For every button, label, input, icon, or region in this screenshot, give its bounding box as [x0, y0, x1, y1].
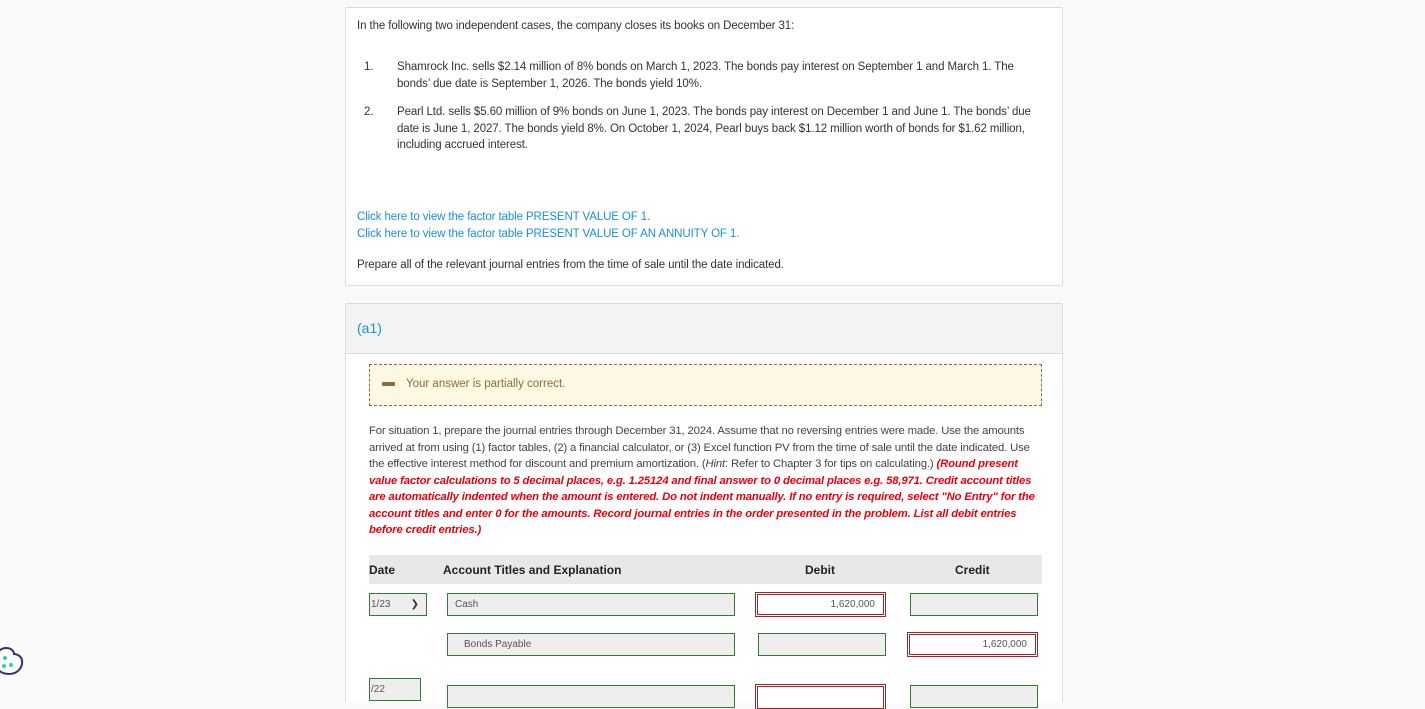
- part-a1-card: (a1) Your answer is partially correct. F…: [345, 303, 1063, 709]
- case-number: 2.: [364, 106, 374, 118]
- feedback-message: Your answer is partially correct.: [406, 378, 566, 390]
- header-date: Date: [369, 563, 396, 577]
- journal-table-header: Date Account Titles and Explanation Debi…: [369, 555, 1042, 584]
- feedback-banner: Your answer is partially correct.: [369, 364, 1042, 406]
- chevron-down-icon: ❯: [410, 599, 419, 610]
- credit-input[interactable]: 1,620,000: [907, 632, 1038, 657]
- header-debit: Debit: [805, 563, 835, 577]
- header-credit: Credit: [955, 563, 990, 577]
- account-title-value: Bonds Payable: [464, 639, 532, 650]
- case-item-1: 1. Shamrock Inc. sells $2.14 million of …: [357, 59, 1047, 92]
- credit-value: 1,620,000: [982, 639, 1028, 650]
- account-title-value: Cash: [455, 599, 479, 610]
- hint-label: Hint: [705, 458, 726, 470]
- header-account: Account Titles and Explanation: [443, 563, 622, 577]
- case-item-2: 2. Pearl Ltd. sells $5.60 million of 9% …: [357, 104, 1047, 154]
- debit-input[interactable]: [755, 684, 886, 709]
- prepare-instruction: Prepare all of the relevant journal entr…: [357, 259, 784, 271]
- part-header: (a1): [346, 304, 1062, 354]
- case-text: Pearl Ltd. sells $5.60 million of 9% bon…: [397, 106, 1031, 151]
- date-value: 1/23: [371, 599, 391, 610]
- question-instructions: For situation 1, prepare the journal ent…: [369, 423, 1042, 539]
- partial-correct-minus-icon: [382, 382, 395, 386]
- account-title-input[interactable]: Bonds Payable: [447, 633, 735, 656]
- account-title-input[interactable]: Cash: [447, 593, 735, 616]
- case-text: Shamrock Inc. sells $2.14 million of 8% …: [397, 61, 1014, 90]
- date-value: /22: [371, 684, 385, 695]
- case-number: 1.: [364, 61, 374, 73]
- date-select[interactable]: /22: [369, 678, 421, 701]
- credit-input[interactable]: [910, 593, 1038, 616]
- debit-value: 1,620,000: [830, 599, 876, 610]
- part-title: (a1): [357, 320, 382, 336]
- credit-input[interactable]: [910, 685, 1038, 708]
- debit-input[interactable]: 1,620,000: [755, 592, 886, 617]
- account-title-input[interactable]: [447, 685, 735, 708]
- present-value-of-1-link[interactable]: Click here to view the factor table PRES…: [357, 209, 739, 226]
- cookie-settings-icon[interactable]: [0, 645, 24, 677]
- problem-intro: In the following two independent cases, …: [357, 20, 795, 32]
- problem-statement-card: In the following two independent cases, …: [345, 7, 1063, 286]
- present-value-annuity-link[interactable]: Click here to view the factor table PRES…: [357, 226, 739, 243]
- debit-input[interactable]: [758, 633, 886, 656]
- factor-table-links: Click here to view the factor table PRES…: [357, 209, 739, 243]
- instructions-text-2: : Refer to Chapter 3 for tips on calcula…: [725, 458, 937, 470]
- date-select[interactable]: 1/23 ❯: [369, 593, 427, 616]
- case-list: 1. Shamrock Inc. sells $2.14 million of …: [357, 59, 1047, 166]
